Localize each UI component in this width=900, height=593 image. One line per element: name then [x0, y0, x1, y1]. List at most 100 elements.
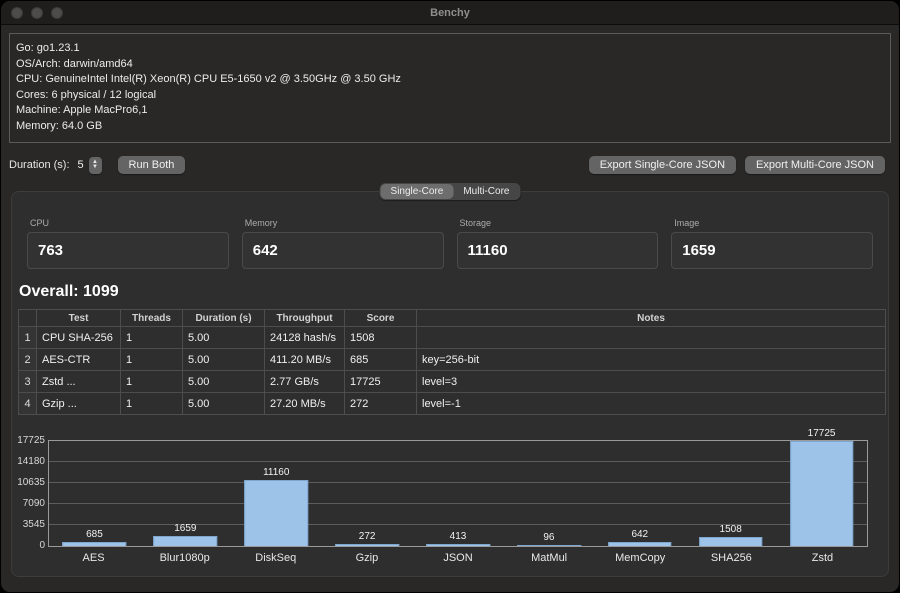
metric-label: Memory [245, 218, 444, 228]
bar [517, 545, 581, 546]
app-window: Benchy Go: go1.23.1 OS/Arch: darwin/amd6… [0, 0, 900, 593]
row-number-cell: 3 [19, 371, 37, 393]
table-cell: 5.00 [183, 349, 265, 371]
table-row[interactable]: 3Zstd ...15.002.77 GB/s17725level=3 [19, 371, 886, 393]
table-cell: key=256-bit [417, 349, 886, 371]
metric-label: Image [674, 218, 873, 228]
table-cell: 1508 [345, 327, 417, 349]
x-category-label: MemCopy [595, 552, 686, 564]
tab-multi-core[interactable]: Multi-Core [453, 184, 519, 199]
chart-x-axis-labels: AESBlur1080pDiskSeqGzipJSONMatMulMemCopy… [48, 547, 868, 564]
stepper-down-icon[interactable]: ▼ [92, 165, 98, 170]
duration-input[interactable]: 5 [76, 159, 86, 171]
results-table: TestThreadsDuration (s)ThroughputScoreNo… [18, 309, 886, 415]
bar [790, 441, 854, 546]
x-category-label: JSON [412, 552, 503, 564]
row-number-cell: 2 [19, 349, 37, 371]
y-tick-label: 14180 [18, 456, 45, 468]
bar [335, 544, 399, 546]
x-category-label: Zstd [777, 552, 868, 564]
table-cell: Gzip ... [37, 393, 121, 415]
metric-value: 11160 [458, 242, 508, 259]
table-cell: AES-CTR [37, 349, 121, 371]
table-cell: 1 [121, 349, 183, 371]
bar-value-label: 17725 [776, 428, 867, 439]
x-category-label: AES [48, 552, 139, 564]
duration-stepper[interactable]: ▲ ▼ [89, 157, 102, 174]
y-tick-label: 17725 [18, 435, 45, 447]
bar [608, 542, 672, 546]
title-bar[interactable]: Benchy [1, 1, 899, 25]
column-header[interactable]: Score [345, 310, 417, 327]
y-tick-label: 7090 [18, 498, 45, 510]
table-cell: Zstd ... [37, 371, 121, 393]
table-cell: 5.00 [183, 371, 265, 393]
metric-cards: CPU 763 Memory 642 Storage 11160 Image [12, 218, 888, 269]
controls-row: Duration (s): 5 ▲ ▼ Run Both Export Sing… [9, 155, 885, 175]
row-number-cell: 4 [19, 393, 37, 415]
system-info-text: Go: go1.23.1 OS/Arch: darwin/amd64 CPU: … [16, 41, 884, 135]
x-category-label: Blur1080p [139, 552, 230, 564]
table-cell: CPU SHA-256 [37, 327, 121, 349]
bar [63, 542, 127, 546]
table-cell [417, 327, 886, 349]
column-header[interactable] [19, 310, 37, 327]
export-single-core-button[interactable]: Export Single-Core JSON [589, 156, 736, 174]
table-row[interactable]: 2AES-CTR15.00411.20 MB/s685key=256-bit [19, 349, 886, 371]
run-both-button[interactable]: Run Both [118, 156, 186, 174]
column-header[interactable]: Duration (s) [183, 310, 265, 327]
bar-value-label: 413 [413, 531, 504, 542]
x-category-label: Gzip [321, 552, 412, 564]
bar [699, 537, 763, 546]
bar-value-label: 11160 [231, 467, 322, 478]
column-header[interactable]: Notes [417, 310, 886, 327]
table-cell: 24128 hash/s [265, 327, 345, 349]
bar [154, 536, 218, 546]
metric-value: 763 [28, 242, 63, 259]
column-header[interactable]: Throughput [265, 310, 345, 327]
table-cell: level=3 [417, 371, 886, 393]
window-title: Benchy [1, 7, 899, 19]
bar-value-label: 642 [594, 529, 685, 540]
export-multi-core-button[interactable]: Export Multi-Core JSON [745, 156, 885, 174]
table-cell: 17725 [345, 371, 417, 393]
table-row[interactable]: 4Gzip ...15.0027.20 MB/s272level=-1 [19, 393, 886, 415]
table-cell: 5.00 [183, 393, 265, 415]
chart-plot-area: 68516591116027241396642150817725 [48, 440, 868, 547]
y-tick-label: 10635 [18, 477, 45, 489]
column-header[interactable]: Threads [121, 310, 183, 327]
metric-value: 642 [243, 242, 278, 259]
bar-slot: 1659 [140, 441, 231, 546]
table-cell: 5.00 [183, 327, 265, 349]
bar-slot: 96 [503, 441, 594, 546]
table-cell: 1 [121, 327, 183, 349]
metric-storage: Storage 11160 [457, 218, 659, 269]
metric-memory: Memory 642 [242, 218, 444, 269]
bar-slot: 413 [413, 441, 504, 546]
duration-label: Duration (s): [9, 159, 70, 171]
column-header[interactable]: Test [37, 310, 121, 327]
bar-slot: 272 [322, 441, 413, 546]
metric-box: 1659 [671, 232, 873, 269]
metric-label: Storage [460, 218, 659, 228]
table-header-row: TestThreadsDuration (s)ThroughputScoreNo… [19, 310, 886, 327]
table-cell: 272 [345, 393, 417, 415]
overall-score: Overall: 1099 [19, 283, 888, 301]
export-buttons: Export Single-Core JSON Export Multi-Cor… [589, 156, 885, 174]
metric-box: 642 [242, 232, 444, 269]
table-cell: 685 [345, 349, 417, 371]
metric-label: CPU [30, 218, 229, 228]
table-cell: 411.20 MB/s [265, 349, 345, 371]
bar-value-label: 685 [49, 529, 140, 540]
tab-single-core[interactable]: Single-Core [381, 184, 454, 199]
x-category-label: DiskSeq [230, 552, 321, 564]
table-cell: 2.77 GB/s [265, 371, 345, 393]
bar-slot: 642 [594, 441, 685, 546]
bar-value-label: 96 [503, 532, 594, 543]
x-category-label: MatMul [504, 552, 595, 564]
table-row[interactable]: 1CPU SHA-25615.0024128 hash/s1508 [19, 327, 886, 349]
bar [244, 480, 308, 546]
table-cell: 1 [121, 393, 183, 415]
chart-y-axis: 035457090106351418017725 [18, 440, 46, 547]
bar-slot: 11160 [231, 441, 322, 546]
